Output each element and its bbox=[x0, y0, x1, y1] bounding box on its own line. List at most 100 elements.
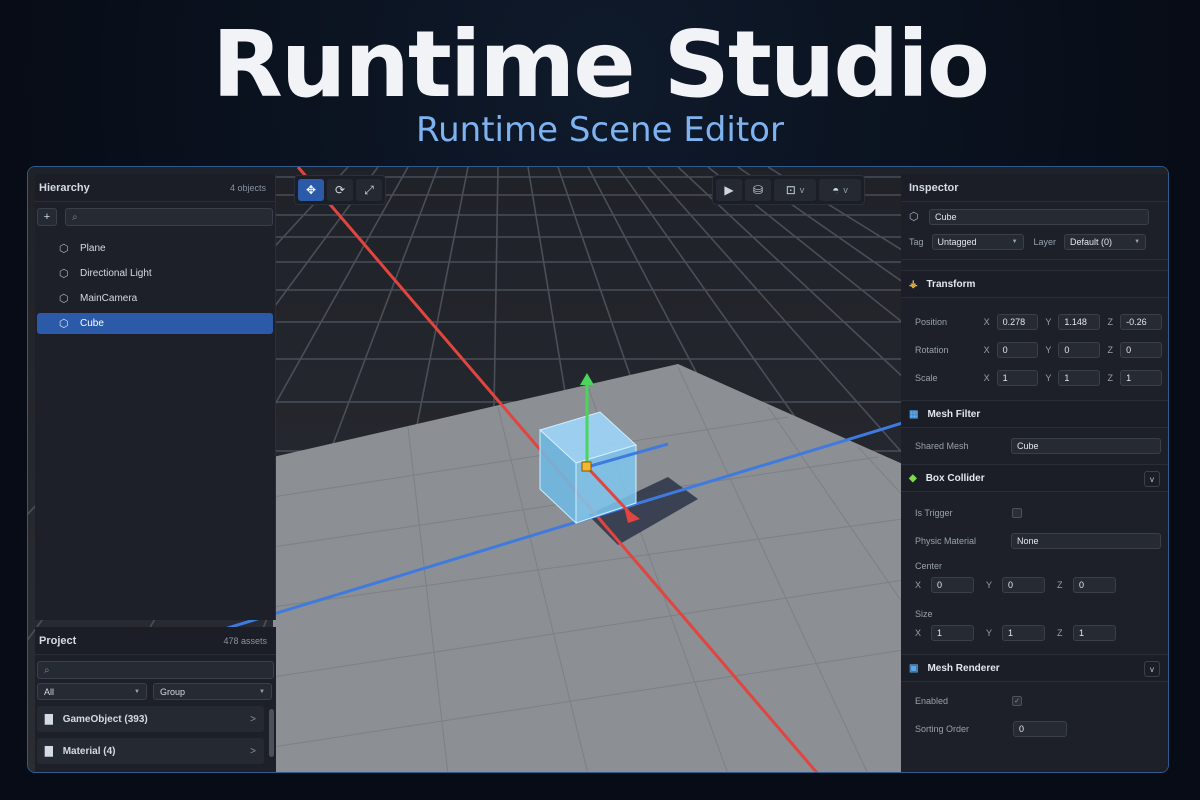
focus-icon: ⊡ bbox=[785, 183, 796, 197]
position-z-input[interactable]: -0.26 bbox=[1120, 314, 1162, 330]
type-filter-dropdown[interactable]: All ▼ bbox=[37, 683, 147, 700]
transform-icon: ⚶ bbox=[909, 278, 918, 290]
sorting-order-input[interactable]: 0 bbox=[1013, 721, 1067, 737]
cube-icon: ⬡ bbox=[59, 317, 69, 330]
caret-down-icon: ▼ bbox=[1011, 239, 1018, 245]
chevron-down-icon: v bbox=[843, 185, 848, 195]
center-y-input[interactable]: 0 bbox=[1002, 577, 1045, 593]
scale-x-input[interactable]: 1 bbox=[996, 370, 1039, 386]
hierarchy-panel: Hierarchy 4 objects + ⌕ ⬡ Plane ⬡ Directio… bbox=[35, 174, 276, 620]
axis-x-label: X bbox=[983, 345, 990, 355]
physic-material-field[interactable]: None bbox=[1011, 533, 1161, 549]
position-y-input[interactable]: 1.148 bbox=[1058, 314, 1101, 330]
position-label: Position bbox=[915, 317, 948, 327]
size-x-input[interactable]: 1 bbox=[931, 625, 974, 641]
axis-x-label: X bbox=[915, 628, 922, 638]
tag-label: Tag bbox=[909, 237, 924, 247]
scale-tool-button[interactable]: ⤢ bbox=[356, 179, 382, 201]
hierarchy-item-label: MainCamera bbox=[80, 293, 138, 304]
scale-label: Scale bbox=[915, 373, 938, 383]
is-trigger-checkbox[interactable] bbox=[1012, 508, 1022, 518]
rotate-tool-button[interactable]: ⟳ bbox=[327, 179, 353, 201]
transform-toolbar: ✥ ⟳ ⤢ bbox=[294, 175, 386, 205]
move-tool-button[interactable]: ✥ bbox=[298, 179, 324, 201]
group-filter-value: Group bbox=[160, 686, 186, 697]
save-icon: ⛁ bbox=[752, 183, 764, 197]
chevron-right-icon: > bbox=[250, 713, 256, 725]
hierarchy-item-plane[interactable]: ⬡ Plane bbox=[37, 238, 273, 259]
hierarchy-count: 4 objects bbox=[229, 182, 266, 193]
object-name-input[interactable]: Cube bbox=[929, 209, 1149, 225]
hierarchy-item-cube[interactable]: ⬡ Cube bbox=[37, 313, 273, 334]
center-label: Center bbox=[915, 561, 943, 571]
mesh-renderer-header[interactable]: ▣ Mesh Renderer v bbox=[901, 654, 1168, 682]
hierarchy-search-input[interactable]: ⌕ bbox=[65, 208, 273, 226]
mesh-filter-header[interactable]: ▦ Mesh Filter bbox=[901, 400, 1168, 428]
project-search-input[interactable]: ⌕ bbox=[37, 661, 274, 679]
scale-z-input[interactable]: 1 bbox=[1120, 370, 1162, 386]
axis-x-label: X bbox=[983, 317, 990, 327]
axis-z-label: Z bbox=[1107, 345, 1113, 355]
box-collider-header[interactable]: ◆ Box Collider v bbox=[901, 464, 1168, 492]
save-scene-button[interactable]: ⛁ bbox=[745, 179, 771, 201]
hierarchy-item-directional-light[interactable]: ⬡ Directional Light bbox=[37, 263, 273, 284]
tag-value: Untagged bbox=[937, 237, 977, 247]
physic-material-label: Physic Material bbox=[915, 536, 977, 546]
shared-mesh-field[interactable]: Cube bbox=[1011, 438, 1161, 454]
axis-x-label: X bbox=[915, 580, 922, 590]
layer-label: Layer bbox=[1033, 237, 1057, 247]
center-z-input[interactable]: 0 bbox=[1073, 577, 1116, 593]
folder-gameobject[interactable]: ▇ GameObject (393) > bbox=[37, 706, 264, 732]
axis-y-label: Y bbox=[1045, 373, 1052, 383]
mesh-filter-body: Shared Mesh Cube bbox=[901, 428, 1168, 464]
transform-header[interactable]: ⚶ Transform bbox=[901, 270, 1168, 298]
inspector-header: Inspector bbox=[901, 174, 1168, 202]
axis-z-label: Z bbox=[1107, 317, 1113, 327]
enabled-checkbox[interactable]: ✓ bbox=[1012, 696, 1022, 706]
layer-dropdown[interactable]: Default (0) ▼ bbox=[1064, 234, 1147, 250]
hierarchy-item-maincamera[interactable]: ⬡ MainCamera bbox=[37, 288, 273, 309]
mesh-renderer-body: Enabled ✓ Sorting Order 0 bbox=[901, 682, 1168, 743]
search-icon: ⌕ bbox=[72, 211, 78, 223]
mesh-filter-title: Mesh Filter bbox=[927, 408, 981, 420]
center-x-input[interactable]: 0 bbox=[931, 577, 974, 593]
project-scrollbar[interactable] bbox=[269, 709, 274, 757]
caret-down-icon: ▼ bbox=[1134, 239, 1141, 245]
mesh-renderer-title: Mesh Renderer bbox=[927, 662, 1000, 674]
hero-title: Runtime Studio bbox=[212, 11, 990, 118]
sphere-icon: ◓ bbox=[832, 183, 840, 197]
collapse-toggle-button[interactable]: v bbox=[1144, 471, 1160, 487]
cube-icon: ⬡ bbox=[909, 211, 919, 223]
shading-mode-dropdown[interactable]: ◓ v bbox=[819, 179, 861, 201]
chevron-down-icon: v bbox=[799, 185, 805, 195]
renderer-icon: ▣ bbox=[909, 662, 919, 674]
folder-material[interactable]: ▇ Material (4) > bbox=[37, 738, 264, 764]
collapse-toggle-button[interactable]: v bbox=[1144, 661, 1160, 677]
group-filter-dropdown[interactable]: Group ▼ bbox=[153, 683, 272, 700]
project-title: Project bbox=[39, 634, 77, 647]
cube-icon: ⬡ bbox=[59, 292, 69, 305]
box-collider-body: Is Trigger Physic Material None Center X… bbox=[901, 492, 1168, 648]
scale-icon: ⤢ bbox=[364, 182, 374, 197]
size-z-input[interactable]: 1 bbox=[1073, 625, 1116, 641]
pivot-mode-dropdown[interactable]: ⊡ v bbox=[774, 179, 816, 201]
play-button[interactable]: ▶ bbox=[716, 179, 742, 201]
hierarchy-header: Hierarchy 4 objects bbox=[35, 174, 275, 202]
rotation-y-input[interactable]: 0 bbox=[1058, 342, 1101, 358]
rotation-z-input[interactable]: 0 bbox=[1120, 342, 1162, 358]
shared-mesh-label: Shared Mesh bbox=[915, 441, 969, 451]
rotate-icon: ⟳ bbox=[334, 183, 346, 197]
hierarchy-list: ⬡ Plane ⬡ Directional Light ⬡ MainCamera ⬡ C… bbox=[35, 232, 275, 334]
axis-z-label: Z bbox=[1057, 628, 1063, 638]
folder-icon: ▇ bbox=[45, 713, 53, 725]
play-icon: ▶ bbox=[724, 183, 734, 197]
chevron-right-icon: > bbox=[250, 745, 256, 757]
folder-label: GameObject (393) bbox=[62, 713, 148, 725]
tag-dropdown[interactable]: Untagged ▼ bbox=[931, 234, 1024, 250]
add-object-button[interactable]: + bbox=[37, 208, 57, 226]
position-x-input[interactable]: 0.278 bbox=[996, 314, 1039, 330]
rotation-x-input[interactable]: 0 bbox=[996, 342, 1039, 358]
size-y-input[interactable]: 1 bbox=[1002, 625, 1045, 641]
scale-y-input[interactable]: 1 bbox=[1058, 370, 1101, 386]
axis-z-label: Z bbox=[1107, 373, 1113, 383]
